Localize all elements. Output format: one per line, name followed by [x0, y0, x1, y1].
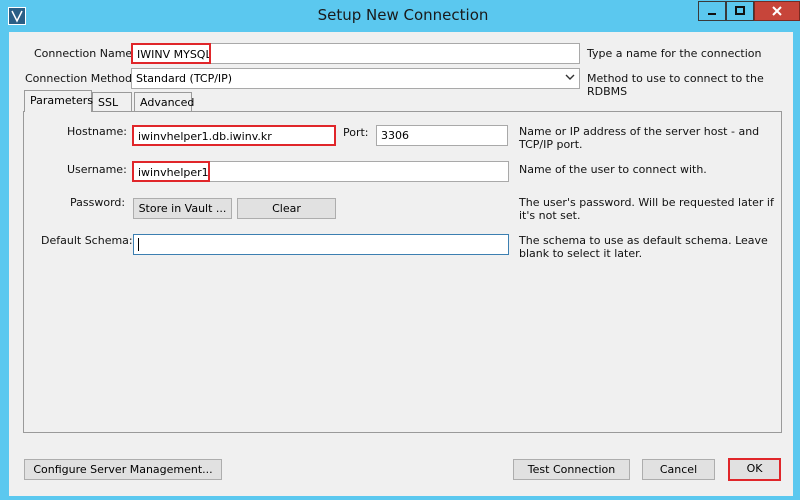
username-desc: Name of the user to connect with.	[519, 163, 707, 176]
close-icon	[772, 6, 782, 16]
minimize-icon	[708, 13, 716, 15]
default-schema-desc: The schema to use as default schema. Lea…	[519, 234, 768, 260]
hostname-label: Hostname:	[67, 125, 127, 138]
tab-advanced[interactable]: Advanced	[134, 92, 194, 112]
connection-method-desc: Method to use to connect to the RDBMS	[587, 72, 764, 98]
minimize-button[interactable]	[698, 1, 726, 21]
connection-name-label: Connection Name:	[34, 47, 136, 60]
chevron-down-icon[interactable]	[565, 72, 575, 85]
username-input[interactable]: iwinvhelper1	[132, 161, 210, 182]
cancel-button[interactable]: Cancel	[642, 459, 715, 480]
maximize-icon	[735, 6, 745, 15]
close-button[interactable]	[754, 1, 800, 21]
port-label: Port:	[343, 126, 369, 139]
clear-password-button[interactable]: Clear	[237, 198, 336, 219]
port-input[interactable]: 3306	[376, 125, 508, 146]
parameters-panel	[23, 111, 782, 433]
connection-method-label: Connection Method:	[25, 72, 136, 85]
test-connection-button[interactable]: Test Connection	[513, 459, 630, 480]
text-cursor	[138, 238, 139, 251]
username-label: Username:	[67, 163, 127, 176]
tab-ssl[interactable]: SSL	[92, 92, 132, 112]
connection-method-value: Standard (TCP/IP)	[136, 72, 233, 85]
password-desc: The user's password. Will be requested l…	[519, 196, 774, 222]
default-schema-input[interactable]	[133, 234, 509, 255]
connection-method-select[interactable]: Standard (TCP/IP)	[131, 68, 580, 89]
default-schema-label: Default Schema:	[41, 234, 133, 247]
connection-name-desc: Type a name for the connection	[587, 47, 762, 60]
store-in-vault-button[interactable]: Store in Vault ...	[133, 198, 232, 219]
connection-name-value: IWINV MYSQL	[131, 43, 211, 64]
hostname-desc: Name or IP address of the server host - …	[519, 125, 760, 151]
hostname-input[interactable]: iwinvhelper1.db.iwinv.kr	[132, 125, 336, 146]
configure-server-management-button[interactable]: Configure Server Management...	[24, 459, 222, 480]
tab-parameters[interactable]: Parameters	[24, 90, 93, 112]
window-title: Setup New Connection	[317, 6, 489, 24]
ok-button[interactable]: OK	[728, 458, 781, 481]
password-label: Password:	[70, 196, 126, 209]
maximize-button[interactable]	[726, 1, 754, 21]
